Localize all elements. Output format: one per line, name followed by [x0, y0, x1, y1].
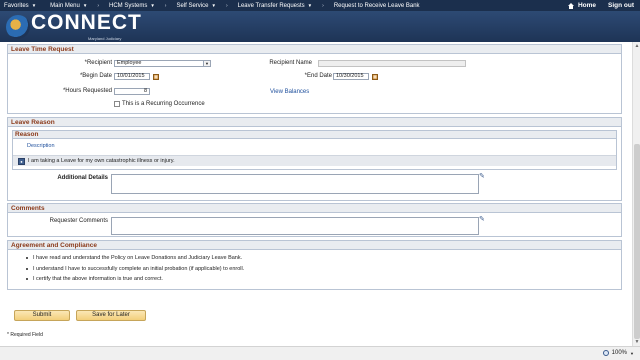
home-link[interactable]: Home [567, 2, 596, 9]
end-date-label: *End Date [304, 73, 332, 79]
recipient-name-label: Recipient Name [269, 60, 312, 66]
breadcrumb-separator: › [97, 2, 99, 9]
vertical-scrollbar[interactable]: ▲ ▼ [632, 42, 640, 346]
submit-button[interactable]: Submit [14, 310, 70, 321]
reason-subsection-title: Reason [13, 131, 616, 139]
nav-main-menu[interactable]: Main Menu ▼ [46, 3, 87, 9]
agreement-item: I certify that the above information is … [26, 276, 244, 282]
leave-reason-section: Leave Reason Reason Description ● I am t… [7, 117, 622, 201]
nav-favorites[interactable]: Favorites ▼ [0, 3, 36, 9]
additional-details-label: Additional Details [57, 175, 108, 181]
chevron-down-icon: ▼ [211, 3, 216, 8]
chevron-down-icon: ▼ [82, 3, 88, 8]
agreement-list: I have read and understand the Policy on… [26, 255, 244, 287]
nav-favorites-label: Favorites [4, 2, 29, 9]
calendar-icon[interactable]: ▦ [153, 74, 159, 80]
agreement-item: I have read and understand the Policy on… [26, 255, 244, 261]
logo-icon [6, 15, 30, 39]
section-title: Agreement and Compliance [8, 241, 621, 250]
nav-right-links: Home Sign out [567, 0, 634, 11]
section-title: Leave Reason [8, 118, 621, 127]
chevron-down-icon: ▼ [150, 3, 155, 8]
top-navigation-bar: Favorites ▼ Main Menu ▼ › HCM Systems ▼ › S… [0, 0, 640, 11]
save-for-later-button[interactable]: Save for Later [76, 310, 146, 321]
reason-subsection: Reason Description ● I am taking a Leave… [12, 130, 617, 170]
recipient-select[interactable]: Employee ▼ [114, 60, 211, 67]
nav-self-service[interactable]: Self Service ▼ [172, 3, 215, 9]
comments-section: Comments Requester Comments ✎ [7, 203, 622, 237]
nav-leave-transfer-label: Leave Transfer Requests [237, 2, 305, 9]
nav-leave-transfer[interactable]: Leave Transfer Requests ▼ [234, 3, 313, 9]
nav-main-menu-label: Main Menu [50, 2, 80, 9]
recipient-name-field [318, 60, 466, 67]
additional-details-textarea[interactable] [111, 174, 479, 194]
leave-time-request-section: Leave Time Request *Recipient Employee ▼… [7, 44, 622, 114]
recurring-checkbox[interactable] [114, 101, 120, 107]
zoom-icon [602, 350, 609, 356]
reason-text: I am taking a Leave for my own catastrop… [28, 158, 175, 164]
nav-hcm-systems[interactable]: HCM Systems ▼ [105, 3, 155, 9]
zoom-level: 100% [611, 350, 628, 356]
agreement-section: Agreement and Compliance I have read and… [7, 240, 622, 290]
recipient-select-value: Employee [117, 60, 142, 66]
calendar-icon[interactable]: ▦ [372, 74, 378, 80]
begin-date-input[interactable]: 10/01/2015 [114, 73, 150, 80]
chevron-down-icon: ▼ [307, 3, 313, 8]
radio-selected-icon[interactable]: ● [18, 158, 25, 165]
section-title: Comments [8, 204, 621, 213]
logo-subtitle: Maryland Judiciary [88, 36, 122, 41]
chevron-down-icon: ▼ [630, 350, 634, 356]
section-title: Leave Time Request [8, 45, 621, 54]
recurring-label: This is a Recurring Occurrence [122, 101, 205, 107]
home-icon [567, 2, 575, 9]
agreement-item: I understand I have to successfully comp… [26, 266, 244, 272]
logo-text: CONNECT [31, 11, 142, 34]
nav-self-service-label: Self Service [176, 2, 209, 9]
breadcrumb-separator: › [225, 2, 228, 9]
description-column-header[interactable]: Description [27, 143, 55, 149]
chevron-down-icon: ▼ [31, 3, 37, 8]
nav-request-leave-bank-label: Request to Receive Leave Bank [333, 2, 420, 9]
nav-hcm-label: HCM Systems [108, 2, 148, 9]
requester-comments-textarea[interactable] [111, 217, 479, 235]
hours-requested-label: *Hours Requested [62, 88, 112, 94]
begin-date-label: *Begin Date [79, 73, 112, 79]
spell-check-icon[interactable]: ✎ [479, 216, 488, 224]
requester-comments-label: Requester Comments [49, 218, 108, 224]
hours-requested-input[interactable]: 8 [114, 88, 150, 95]
breadcrumb-separator: › [164, 2, 167, 9]
signout-link[interactable]: Sign out [608, 2, 634, 9]
view-balances-link[interactable]: View Balances [270, 89, 309, 95]
breadcrumb-separator: › [322, 2, 324, 9]
required-field-note: * Required Field [7, 332, 43, 338]
home-label: Home [577, 2, 596, 9]
spell-check-icon[interactable]: ✎ [479, 173, 488, 181]
end-date-input[interactable]: 10/30/2015 [333, 73, 369, 80]
scroll-thumb[interactable] [634, 144, 640, 339]
nav-request-leave-bank[interactable]: Request to Receive Leave Bank [330, 3, 420, 9]
scroll-down-icon[interactable]: ▼ [634, 339, 640, 345]
scroll-up-icon[interactable]: ▲ [634, 43, 640, 49]
browser-status-bar: 100% ▼ [0, 346, 640, 360]
zoom-control[interactable]: 100% ▼ [602, 350, 634, 356]
recipient-label: *Recipient [84, 60, 112, 66]
reason-row[interactable]: ● I am taking a Leave for my own catastr… [13, 155, 616, 166]
chevron-down-icon: ▼ [203, 61, 210, 66]
